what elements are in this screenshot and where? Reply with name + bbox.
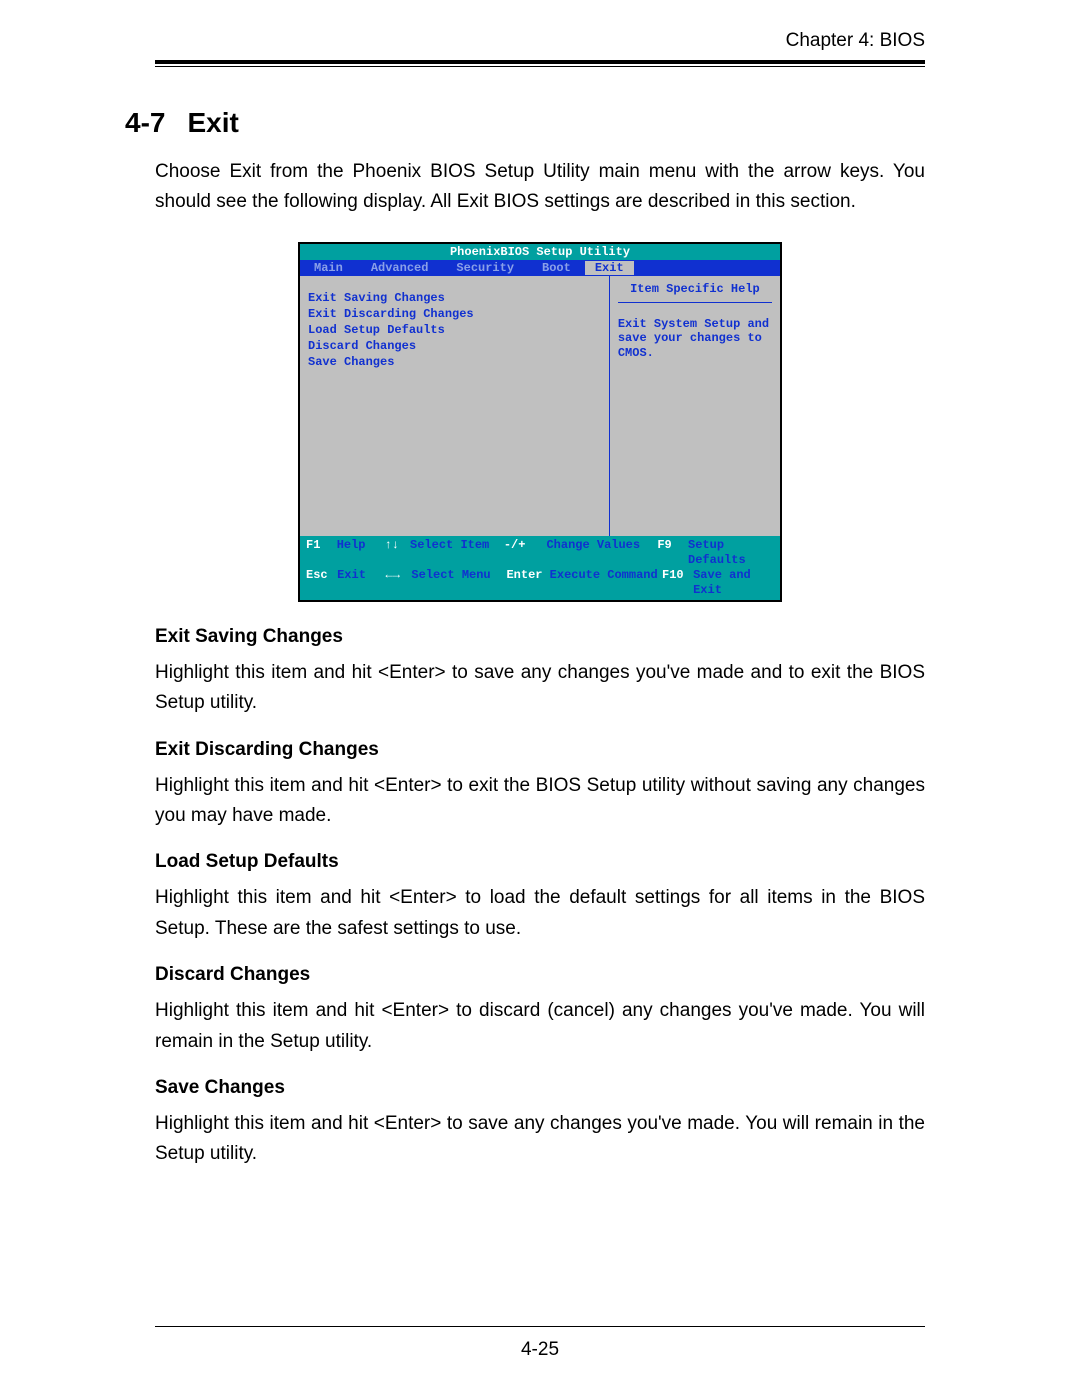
bios-menu-advanced: Advanced xyxy=(357,261,443,275)
subsection-body: Highlight this item and hit <Enter> to s… xyxy=(155,1109,925,1170)
intro-paragraph: Choose Exit from the Phoenix BIOS Setup … xyxy=(155,157,925,218)
bios-menu-boot: Boot xyxy=(528,261,585,275)
bios-menu-security: Security xyxy=(442,261,528,275)
bios-item: Discard Changes xyxy=(308,338,601,354)
section-number: 4-7 xyxy=(125,107,165,138)
footer-key: F1 xyxy=(306,538,337,568)
footer-key: ←→ xyxy=(386,568,412,598)
bios-help-panel: Item Specific Help Exit System Setup and… xyxy=(610,276,780,536)
section-heading: 4-7 Exit xyxy=(125,107,925,139)
subsection-heading: Exit Discarding Changes xyxy=(155,739,925,761)
bios-footer-row: F1 Help ↑↓ Select Item -/+ Change Values… xyxy=(306,538,774,568)
footer-rule xyxy=(155,1326,925,1327)
bios-menubar: Main Advanced Security Boot Exit xyxy=(300,260,780,276)
page-number: 4-25 xyxy=(0,1339,1080,1361)
section-title: Exit xyxy=(187,107,238,138)
subsection-heading: Exit Saving Changes xyxy=(155,626,925,648)
footer-label: Save and Exit xyxy=(693,568,774,598)
subsection-heading: Discard Changes xyxy=(155,964,925,986)
bios-help-body: Exit System Setup and save your changes … xyxy=(618,317,772,360)
footer-label: Exit xyxy=(337,568,385,598)
footer-label: Select Item xyxy=(410,538,504,568)
footer-key: Esc xyxy=(306,568,337,598)
footer-key: F10 xyxy=(662,568,693,598)
bios-footer: F1 Help ↑↓ Select Item -/+ Change Values… xyxy=(300,536,780,600)
chapter-header: Chapter 4: BIOS xyxy=(155,30,925,52)
footer-label: Setup Defaults xyxy=(688,538,774,568)
bios-item: Load Setup Defaults xyxy=(308,322,601,338)
subsection-heading: Load Setup Defaults xyxy=(155,851,925,873)
bios-left-panel: Exit Saving Changes Exit Discarding Chan… xyxy=(300,276,610,536)
subsection-heading: Save Changes xyxy=(155,1077,925,1099)
footer-key: F9 xyxy=(657,538,688,568)
footer-label: Help xyxy=(337,538,385,568)
header-rule xyxy=(155,60,925,67)
footer-label: Change Values xyxy=(546,538,657,568)
bios-menu-exit: Exit xyxy=(585,261,634,275)
bios-title: PhoenixBIOS Setup Utility xyxy=(300,244,780,260)
subsection-body: Highlight this item and hit <Enter> to s… xyxy=(155,658,925,719)
bios-screenshot: PhoenixBIOS Setup Utility Main Advanced … xyxy=(298,242,782,602)
footer-label: Select Menu xyxy=(411,568,506,598)
subsection-body: Highlight this item and hit <Enter> to e… xyxy=(155,771,925,832)
bios-footer-row: Esc Exit ←→ Select Menu Enter Execute Co… xyxy=(306,568,774,598)
subsection-body: Highlight this item and hit <Enter> to l… xyxy=(155,883,925,944)
bios-item: Exit Discarding Changes xyxy=(308,306,601,322)
bios-menu-main: Main xyxy=(300,261,357,275)
subsection-body: Highlight this item and hit <Enter> to d… xyxy=(155,996,925,1057)
bios-item: Save Changes xyxy=(308,354,601,370)
bios-help-title: Item Specific Help xyxy=(618,282,772,303)
footer-key: -/+ xyxy=(504,538,547,568)
bios-item: Exit Saving Changes xyxy=(308,290,601,306)
footer-label: Execute Command xyxy=(550,568,662,598)
bios-body: Exit Saving Changes Exit Discarding Chan… xyxy=(300,276,780,536)
footer-key: Enter xyxy=(506,568,549,598)
footer-key: ↑↓ xyxy=(384,538,410,568)
